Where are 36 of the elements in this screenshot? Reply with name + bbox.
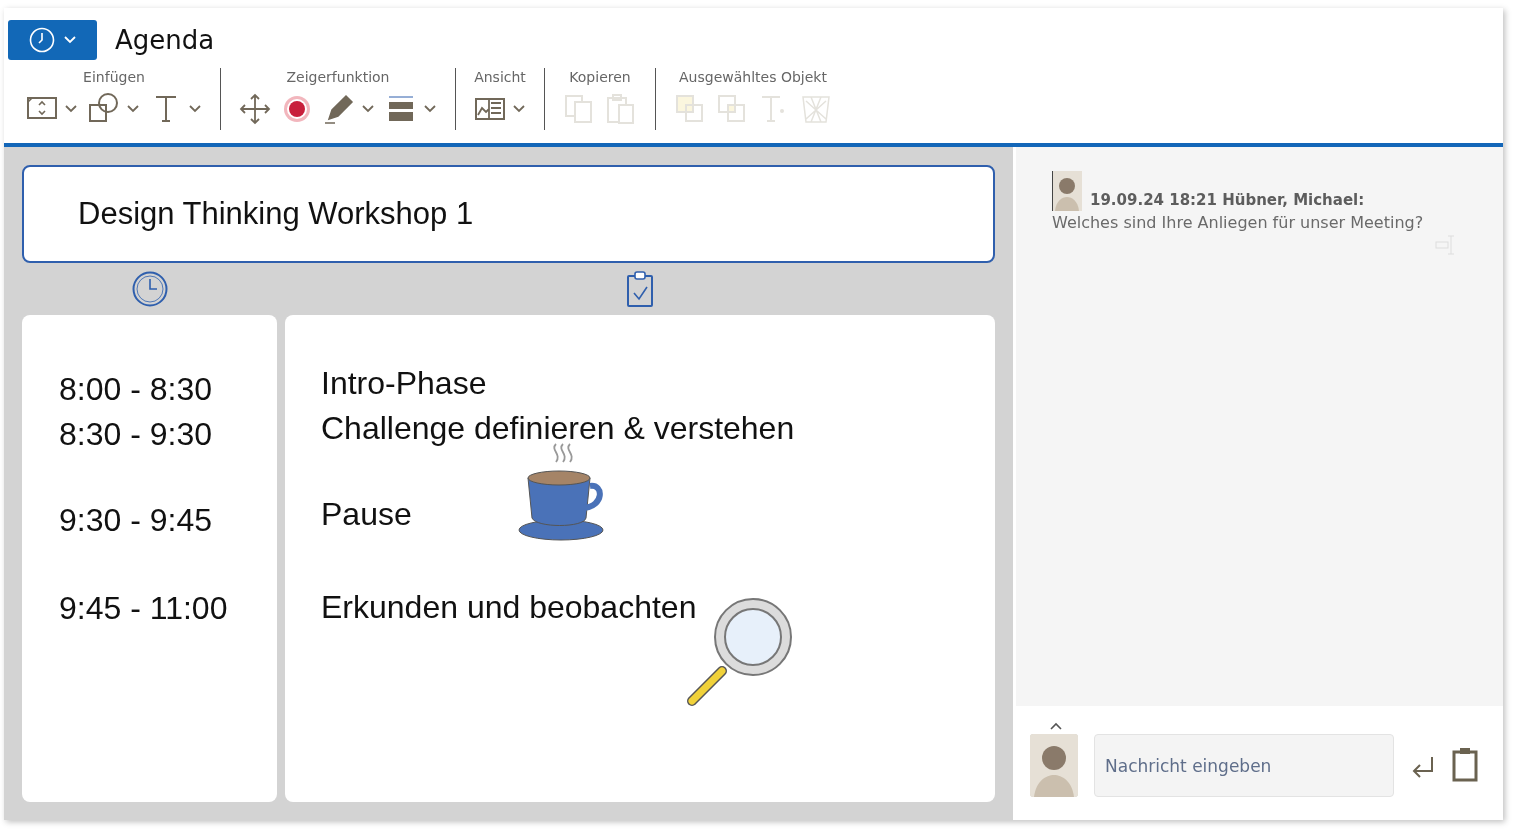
- time-text: 9:45 - 11:00: [59, 589, 229, 628]
- clock-icon: [131, 271, 168, 307]
- enter-icon[interactable]: [1410, 754, 1436, 780]
- group-label: Ausgewähltes Objekt: [679, 68, 827, 86]
- clipboard-icon[interactable]: [1452, 746, 1478, 782]
- group-label: Kopieren: [569, 68, 631, 86]
- send-back-icon: [716, 93, 748, 125]
- bring-front-icon: [674, 93, 706, 125]
- collapse-caret-icon[interactable]: [1050, 722, 1062, 730]
- topic-text: Challenge definieren & verstehen: [321, 409, 795, 448]
- avatar-silhouette: [1030, 734, 1078, 797]
- pointer-target-icon: [281, 93, 313, 125]
- topic-text: Pause: [321, 495, 412, 534]
- message-input[interactable]: Nachricht eingeben: [1094, 734, 1394, 797]
- paste-icon: [605, 93, 637, 125]
- copy-icon: [563, 93, 595, 125]
- pen-icon: [323, 93, 355, 125]
- group-label: Zeigerfunktion: [286, 68, 390, 86]
- clock-icon: [28, 27, 55, 53]
- time-text: 9:30 - 9:45: [59, 501, 213, 540]
- avatar-silhouette: [1052, 171, 1082, 211]
- topic-text: Intro-Phase: [321, 364, 487, 403]
- heading-card: Design Thinking Workshop 1: [22, 165, 995, 263]
- clipboard-check-icon: [626, 271, 654, 307]
- group-label: Ansicht: [474, 68, 526, 86]
- document-title: Agenda: [115, 23, 215, 57]
- move-icon: [239, 93, 271, 125]
- time-text: 8:30 - 9:30: [59, 415, 213, 454]
- time-text: 8:00 - 8:30: [59, 370, 213, 409]
- message-text: Welches sind Ihre Anliegen für unser Meeting?: [1052, 212, 1425, 234]
- app-menu-button[interactable]: [8, 20, 97, 60]
- message-meta: 19.09.24 18:21 Hübner, Michael:: [1090, 189, 1365, 211]
- group-label: Einfügen: [83, 68, 145, 86]
- topic-text: Erkunden und beobachten: [321, 588, 697, 627]
- shapes-icon: [88, 93, 120, 125]
- wastebasket-icon: [800, 93, 832, 125]
